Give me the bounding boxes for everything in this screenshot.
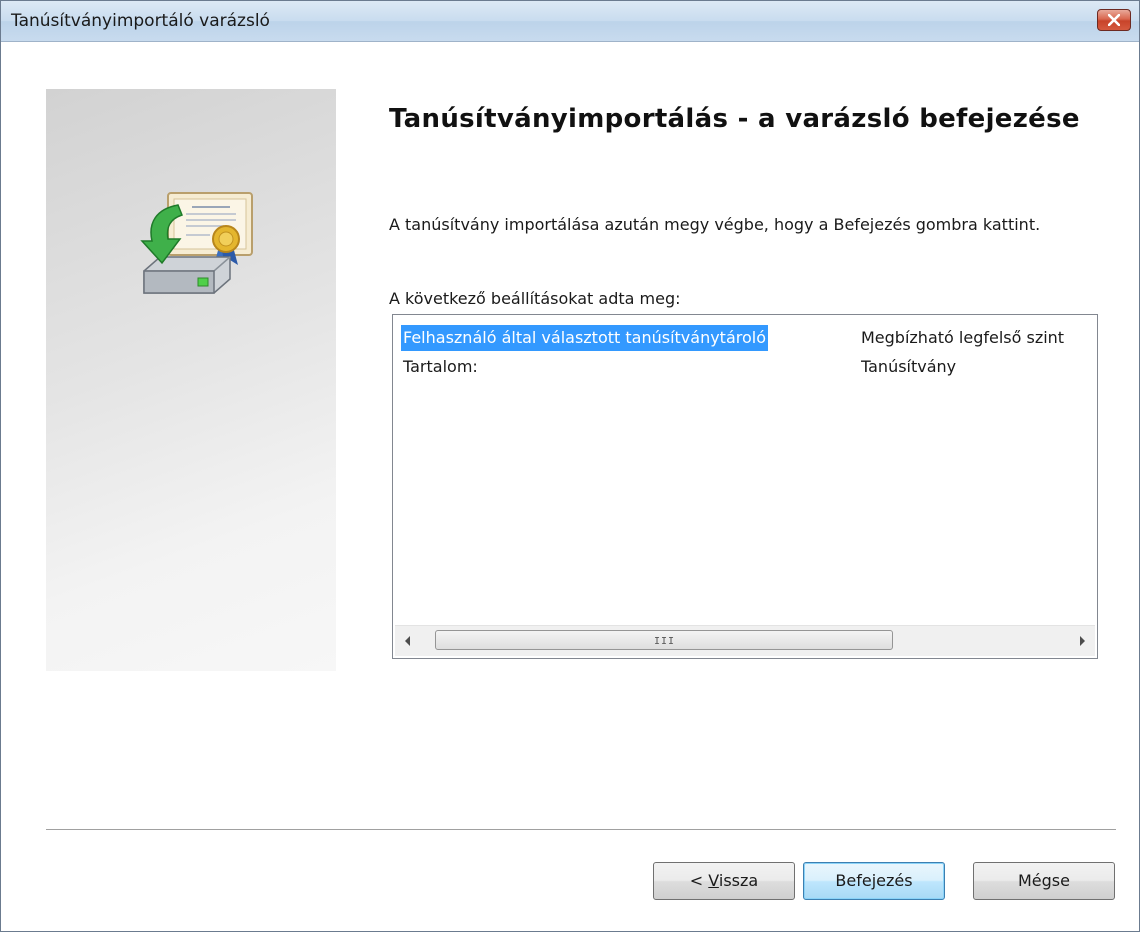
wizard-window: Tanúsítványimportáló varázsló Tanúsítván… — [0, 0, 1140, 932]
certificate-import-icon — [140, 192, 253, 294]
back-button-label: issza — [718, 871, 759, 890]
scrollbar-grip: III — [654, 636, 676, 647]
page-description: A tanúsítvány importálása azután megy vé… — [389, 215, 1041, 234]
list-item-name: Felhasználó által választott tanúsítvány… — [401, 325, 768, 351]
scroll-right-icon — [1080, 636, 1085, 646]
list-item-name: Tartalom: — [403, 357, 478, 376]
close-button[interactable] — [1097, 9, 1131, 31]
wizard-side-panel — [46, 89, 336, 671]
back-button-prefix: < — [689, 871, 709, 890]
list-item[interactable]: Tartalom: Tanúsítvány — [403, 354, 1093, 380]
footer-separator — [46, 829, 1116, 830]
close-icon — [1108, 14, 1120, 26]
scroll-left-icon — [405, 636, 410, 646]
back-button[interactable]: < Vissza — [653, 862, 795, 900]
finish-button[interactable]: Befejezés — [803, 862, 945, 900]
wizard-content: Tanúsítványimportálás - a varázsló befej… — [1, 42, 1139, 931]
list-item[interactable]: Felhasználó által választott tanúsítvány… — [401, 325, 1093, 351]
list-item-value: Megbízható legfelső szint — [861, 328, 1065, 347]
settings-list[interactable]: Felhasználó által választott tanúsítvány… — [392, 314, 1098, 659]
list-item-value: Tanúsítvány — [861, 357, 957, 376]
back-button-accesskey: V — [708, 871, 719, 890]
scroll-left-button[interactable] — [395, 626, 421, 656]
window-title: Tanúsítványimportáló varázsló — [11, 11, 270, 31]
title-bar[interactable]: Tanúsítványimportáló varázsló — [1, 1, 1139, 42]
page-heading: Tanúsítványimportálás - a varázsló befej… — [389, 104, 1080, 134]
scroll-right-button[interactable] — [1069, 626, 1095, 656]
scrollbar-thumb[interactable]: III — [435, 630, 893, 650]
horizontal-scrollbar[interactable]: III — [395, 625, 1095, 656]
cancel-button[interactable]: Mégse — [973, 862, 1115, 900]
settings-label: A következő beállításokat adta meg: — [389, 289, 681, 308]
